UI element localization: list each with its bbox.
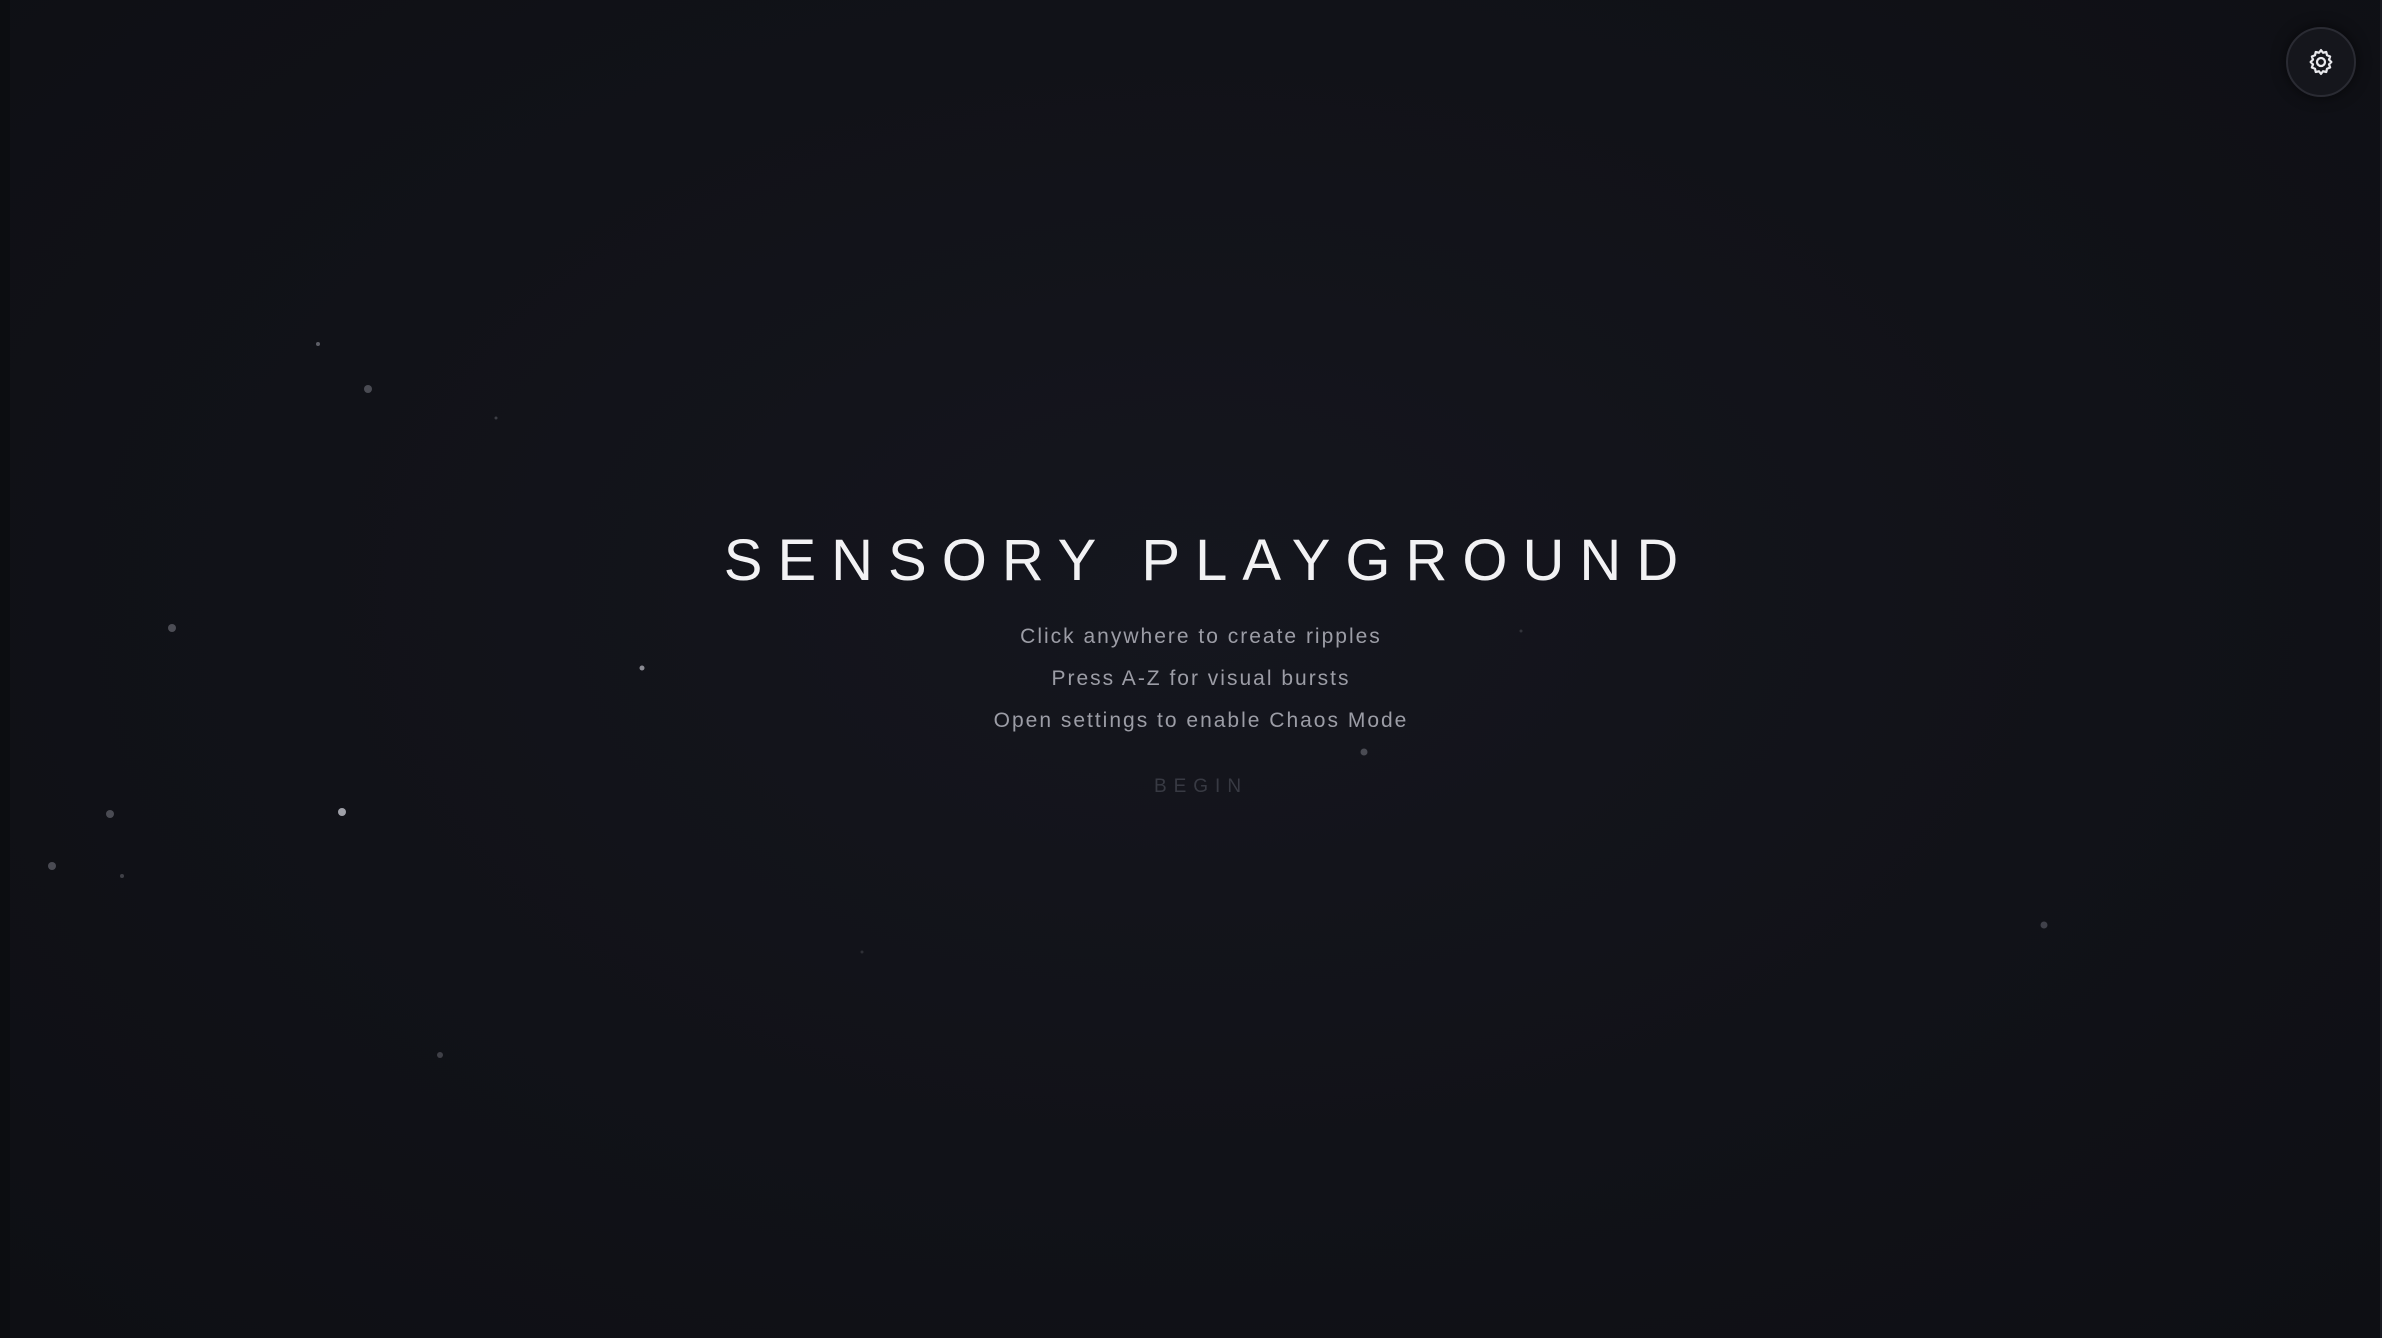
particle	[316, 342, 320, 346]
particle	[860, 950, 864, 954]
settings-button[interactable]	[2286, 27, 2356, 97]
particle	[106, 810, 114, 818]
instruction-bursts: Press A-Z for visual bursts	[1051, 667, 1351, 690]
instruction-chaos-mode: Open settings to enable Chaos Mode	[993, 709, 1409, 732]
instruction-ripples: Click anywhere to create ripples	[1020, 625, 1382, 648]
particle	[48, 862, 56, 870]
begin-button[interactable]: BEGIN	[1144, 770, 1258, 804]
particle	[120, 874, 124, 878]
particle	[437, 1052, 443, 1058]
gear-icon	[2309, 49, 2333, 75]
particle	[364, 385, 372, 393]
particle	[2040, 921, 2048, 929]
particle	[338, 808, 346, 816]
playground-canvas[interactable]: SENSORY PLAYGROUND Click anywhere to cre…	[0, 0, 2382, 1338]
page-title: SENSORY PLAYGROUND	[723, 528, 1694, 593]
instructions-list: Click anywhere to create ripples Press A…	[10, 616, 2380, 742]
particle	[494, 416, 498, 420]
intro-panel: SENSORY PLAYGROUND Click anywhere to cre…	[10, 520, 2380, 804]
